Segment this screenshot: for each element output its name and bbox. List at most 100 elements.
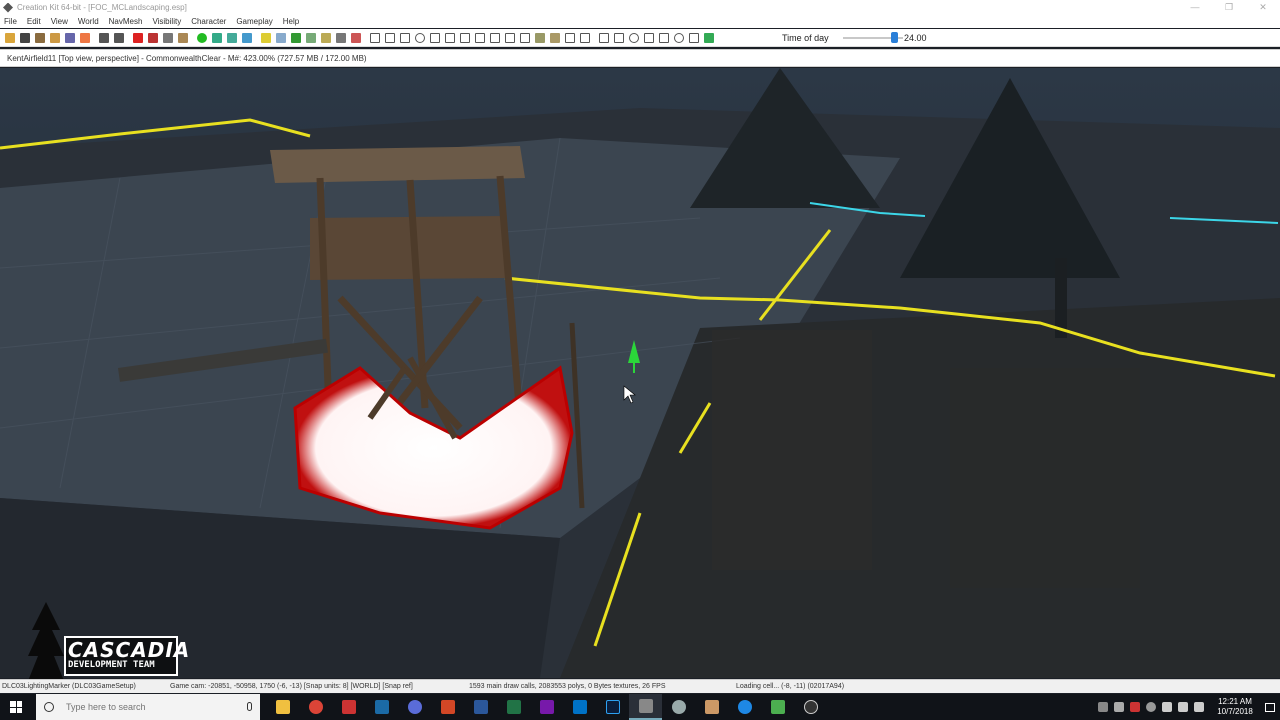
time-of-day-slider-thumb[interactable] [890, 32, 898, 43]
steam-button[interactable] [365, 694, 398, 720]
render-viewport[interactable] [0, 68, 1280, 678]
box-icon[interactable] [689, 32, 699, 43]
menu-visibility[interactable]: Visibility [152, 17, 181, 26]
mail-button[interactable] [332, 694, 365, 720]
snap-icon[interactable] [178, 32, 188, 43]
game-button[interactable] [695, 694, 728, 720]
delete-icon[interactable] [133, 32, 143, 43]
obs-button[interactable] [794, 694, 827, 720]
folder-icon [275, 700, 290, 714]
visibility-icon[interactable] [276, 32, 286, 43]
sound-icon[interactable] [336, 32, 346, 43]
redo-icon[interactable] [114, 32, 124, 43]
box-icon[interactable] [445, 32, 455, 43]
tree-icon[interactable] [291, 32, 301, 43]
onenote-button[interactable] [530, 694, 563, 720]
menu-gameplay[interactable]: Gameplay [236, 17, 272, 26]
sphere-icon[interactable] [197, 32, 207, 43]
menu-help[interactable]: Help [283, 17, 299, 26]
system-tray: 12:21 AM 10/7/2018 [1098, 694, 1280, 720]
box-icon[interactable] [460, 32, 470, 43]
photoshop-button[interactable] [596, 694, 629, 720]
volume-icon[interactable] [1194, 702, 1204, 712]
start-button[interactable] [0, 694, 32, 720]
notifications-button[interactable] [1260, 694, 1280, 720]
game-icon [704, 700, 719, 714]
open-icon[interactable] [5, 32, 15, 43]
status-selection: DLC03LightingMarker (DLC03GameSetup) [2, 683, 136, 690]
box-icon[interactable] [520, 32, 530, 43]
save-icon[interactable] [20, 32, 30, 43]
tray-app-icon[interactable] [1146, 702, 1156, 712]
render-icon[interactable] [50, 32, 60, 43]
brush-icon[interactable] [550, 32, 560, 43]
box-icon[interactable] [475, 32, 485, 43]
app-icon [3, 2, 13, 13]
powerpoint-icon [440, 700, 455, 714]
taskbar-search[interactable] [36, 694, 260, 720]
settings-icon[interactable] [35, 32, 45, 43]
grid-icon[interactable] [163, 32, 173, 43]
marker-icon[interactable] [321, 32, 331, 43]
notification-icon [1265, 702, 1275, 712]
box-icon[interactable] [430, 32, 440, 43]
menu-navmesh[interactable]: NavMesh [109, 17, 143, 26]
search-input[interactable] [66, 702, 226, 712]
close-button[interactable]: ✕ [1246, 0, 1280, 15]
status-loading: Loading cell... (-8, -11) (02017A94) [736, 683, 845, 690]
clock[interactable]: 12:21 AM 10/7/2018 [1210, 697, 1260, 717]
circle-icon[interactable] [674, 32, 684, 43]
box-icon[interactable] [505, 32, 515, 43]
data-icon[interactable] [65, 32, 75, 43]
box-icon[interactable] [659, 32, 669, 43]
outlook-button[interactable] [563, 694, 596, 720]
minimize-button[interactable]: — [1178, 0, 1212, 15]
menu-file[interactable]: File [4, 17, 17, 26]
file-explorer-button[interactable] [266, 694, 299, 720]
antivirus-icon[interactable] [1130, 702, 1140, 712]
circle-icon[interactable] [629, 32, 639, 43]
menu-view[interactable]: View [51, 17, 68, 26]
navmesh-icon[interactable] [242, 32, 252, 43]
water-icon[interactable] [306, 32, 316, 43]
brush-icon[interactable] [535, 32, 545, 43]
powerpoint-button[interactable] [431, 694, 464, 720]
box-icon[interactable] [565, 32, 575, 43]
maps-button[interactable] [728, 694, 761, 720]
creation-kit-button[interactable] [629, 694, 662, 720]
network-icon[interactable] [1178, 702, 1188, 712]
box-icon[interactable] [599, 32, 609, 43]
light-icon[interactable] [261, 32, 271, 43]
chrome-icon [308, 700, 323, 714]
box-icon[interactable] [400, 32, 410, 43]
fallout-button[interactable] [662, 694, 695, 720]
browser-button[interactable] [398, 694, 431, 720]
undo-icon[interactable] [99, 32, 109, 43]
excel-button[interactable] [497, 694, 530, 720]
microphone-icon[interactable] [247, 702, 252, 711]
onenote-icon [539, 700, 554, 714]
box-icon[interactable] [490, 32, 500, 43]
box-icon[interactable] [644, 32, 654, 43]
chevron-up-icon[interactable] [1114, 702, 1124, 712]
box-icon[interactable] [614, 32, 624, 43]
word-button[interactable] [464, 694, 497, 720]
circle-icon[interactable] [415, 32, 425, 43]
box-icon[interactable] [385, 32, 395, 43]
box-icon[interactable] [370, 32, 380, 43]
landscape-icon[interactable] [212, 32, 222, 43]
menu-character[interactable]: Character [191, 17, 226, 26]
cell-icon[interactable] [227, 32, 237, 43]
menu-edit[interactable]: Edit [27, 17, 41, 26]
notepad-button[interactable] [761, 694, 794, 720]
chrome-button[interactable] [299, 694, 332, 720]
paint-icon[interactable] [148, 32, 158, 43]
menu-world[interactable]: World [78, 17, 99, 26]
box-icon[interactable] [580, 32, 590, 43]
preferences-icon[interactable] [80, 32, 90, 43]
path-icon[interactable] [351, 32, 361, 43]
battery-icon[interactable] [1162, 702, 1172, 712]
green-icon[interactable] [704, 32, 714, 43]
people-icon[interactable] [1098, 702, 1108, 712]
maximize-button[interactable]: ❐ [1212, 0, 1246, 15]
